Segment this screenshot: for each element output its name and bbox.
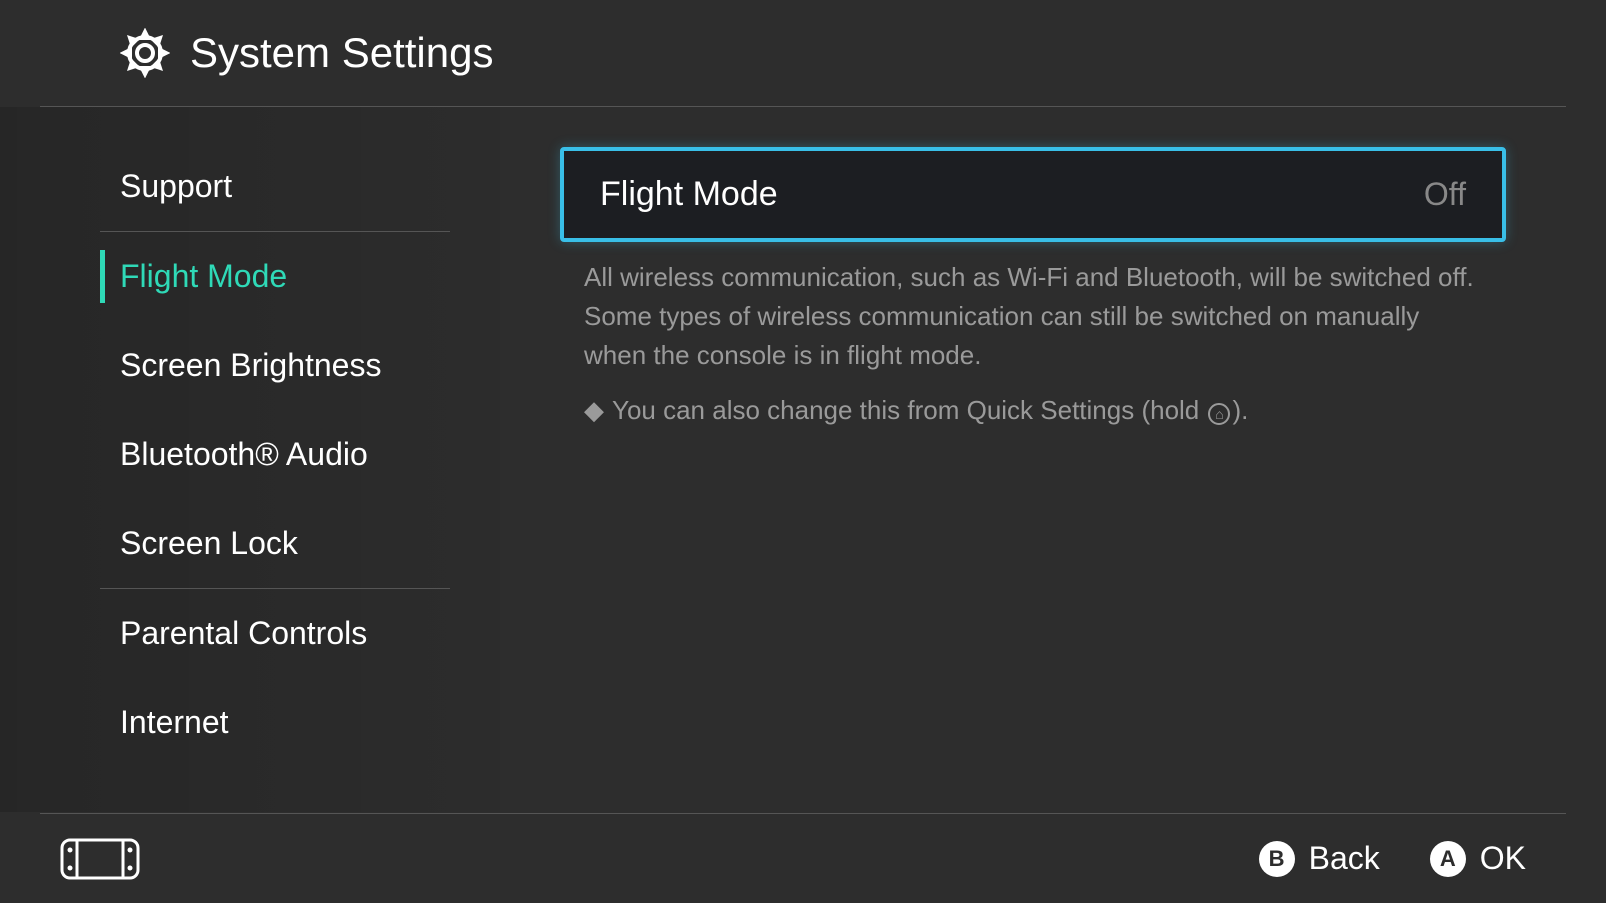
b-button-icon: B (1259, 841, 1295, 877)
footer: B Back A OK (40, 813, 1566, 903)
main-panel: Flight Mode Off All wireless communicati… (500, 107, 1606, 812)
hint-text-pre: You can also change this from Quick Sett… (612, 395, 1206, 425)
gear-icon (120, 28, 170, 78)
ok-label: OK (1480, 840, 1526, 877)
setting-value: Off (1424, 176, 1466, 213)
sidebar-item-label: Support (120, 168, 232, 204)
ok-button[interactable]: A OK (1430, 840, 1526, 877)
sidebar-item-parental-controls[interactable]: Parental Controls (0, 589, 500, 678)
footer-buttons: B Back A OK (1259, 840, 1526, 877)
sidebar-item-label: Bluetooth® Audio (120, 436, 368, 472)
sidebar-item-label: Screen Lock (120, 525, 298, 561)
sidebar-item-support[interactable]: Support (0, 142, 500, 231)
header: System Settings (40, 0, 1566, 107)
sidebar-item-screen-lock[interactable]: Screen Lock (0, 499, 500, 588)
sidebar-item-label: Flight Mode (120, 258, 287, 294)
sidebar-item-flight-mode[interactable]: Flight Mode (0, 232, 500, 321)
sidebar-item-label: Internet (120, 704, 229, 740)
sidebar: Support Flight Mode Screen Brightness Bl… (0, 107, 500, 812)
sidebar-item-screen-brightness[interactable]: Screen Brightness (0, 321, 500, 410)
back-label: Back (1309, 840, 1380, 877)
setting-label: Flight Mode (600, 175, 778, 214)
sidebar-item-bluetooth-audio[interactable]: Bluetooth® Audio (0, 410, 500, 499)
page-title: System Settings (190, 29, 493, 77)
sidebar-item-internet[interactable]: Internet (0, 678, 500, 767)
a-button-icon: A (1430, 841, 1466, 877)
controller-icon[interactable] (60, 838, 140, 880)
flight-mode-toggle[interactable]: Flight Mode Off (560, 147, 1506, 242)
description-text: All wireless communication, such as Wi-F… (560, 242, 1506, 375)
sidebar-item-label: Parental Controls (120, 615, 367, 651)
content-area: Support Flight Mode Screen Brightness Bl… (0, 107, 1606, 812)
hint-text: ◆ You can also change this from Quick Se… (560, 375, 1506, 426)
hint-text-post: ). (1232, 395, 1248, 425)
back-button[interactable]: B Back (1259, 840, 1380, 877)
home-button-icon: ⌂ (1208, 403, 1230, 425)
sidebar-item-label: Screen Brightness (120, 347, 381, 383)
diamond-bullet-icon: ◆ (584, 395, 604, 426)
